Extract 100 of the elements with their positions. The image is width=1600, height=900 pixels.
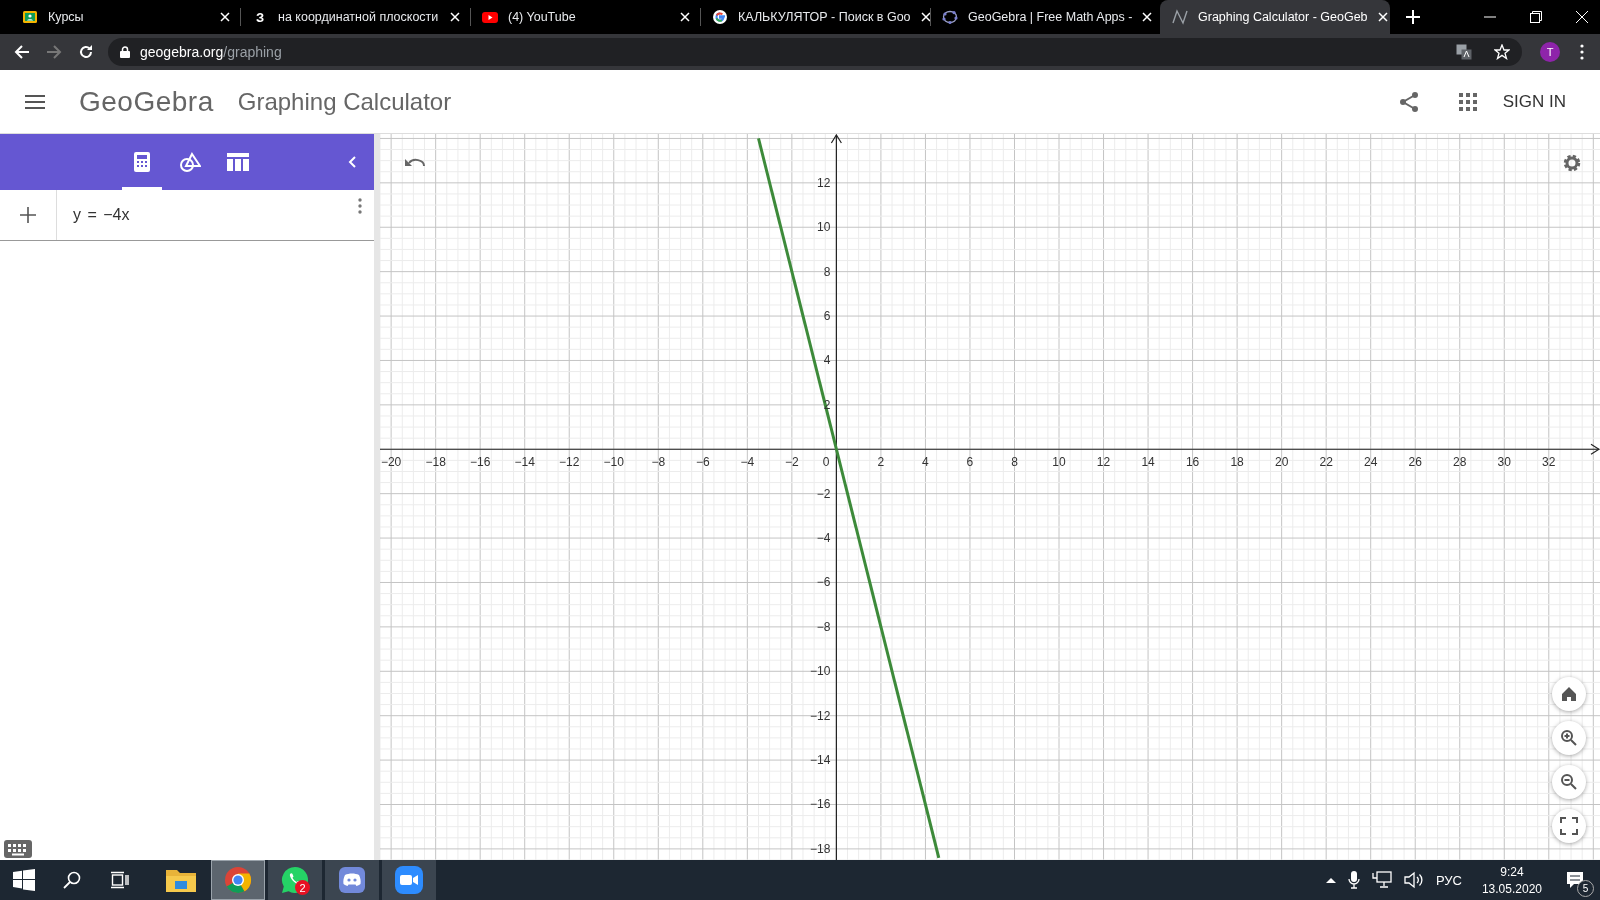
algebra-input[interactable]: y = −4x (57, 190, 358, 240)
star-icon[interactable] (1494, 44, 1510, 60)
caret-up-icon[interactable] (1325, 877, 1336, 883)
video-camera-icon (395, 866, 423, 894)
keyboard-icon[interactable] (4, 840, 32, 858)
tick-label: 0 (822, 455, 830, 470)
tick-label: 28 (1453, 455, 1467, 470)
calculator-icon (134, 152, 150, 172)
tick-label: 8 (823, 264, 831, 279)
tick-label: 10 (1052, 455, 1066, 470)
tick-label: 12 (1096, 455, 1111, 470)
settings-icon[interactable] (1562, 153, 1582, 173)
close-icon[interactable] (450, 12, 460, 22)
zoom-out-icon (1560, 773, 1578, 791)
tick-label: −18 (425, 455, 446, 470)
notification-badge: 2 (295, 880, 310, 895)
clock-date: 13.05.2020 (1481, 881, 1542, 896)
microphone-icon[interactable] (1347, 871, 1360, 889)
tick-label: −2 (785, 455, 799, 470)
chrome-icon (224, 866, 252, 894)
profile-avatar[interactable]: T (1540, 42, 1560, 62)
close-icon[interactable] (680, 12, 690, 22)
windows-logo-icon[interactable] (13, 869, 35, 891)
table-icon (227, 153, 249, 171)
tick-label: −4 (740, 455, 755, 470)
apps-grid-icon[interactable] (1458, 92, 1477, 111)
tick-label: 32 (1542, 455, 1556, 470)
sign-in-button[interactable]: SIGN IN (1498, 85, 1570, 118)
fullscreen-button[interactable] (1552, 809, 1586, 843)
tick-label: 2 (877, 455, 885, 470)
zoom-out-button[interactable] (1552, 765, 1586, 799)
tick-label: −14 (810, 753, 831, 768)
menu-icon[interactable] (25, 94, 45, 109)
new-tab-icon[interactable] (1406, 10, 1420, 24)
close-icon[interactable] (220, 12, 230, 22)
browser-tab[interactable]: КАЛЬКУЛЯТОР - Поиск в Goo (700, 0, 930, 34)
tick-label: −6 (695, 455, 710, 470)
undo-icon[interactable] (405, 157, 425, 169)
notification-center-icon[interactable] (1566, 871, 1584, 889)
url-host: geogebra.org (140, 44, 224, 60)
network-icon[interactable] (1371, 871, 1392, 889)
tick-label: −20 (380, 455, 402, 470)
volume-icon[interactable] (1403, 871, 1424, 889)
tick-label: 4 (922, 455, 929, 470)
browser-tab[interactable]: Graphing Calculator - GeoGeb (1160, 0, 1390, 34)
fullscreen-icon (1560, 817, 1578, 835)
browser-tab[interactable]: Курсы (10, 0, 240, 34)
tick-label: −6 (816, 575, 831, 590)
close-icon[interactable] (1142, 12, 1153, 22)
tick-label: 18 (1230, 455, 1244, 470)
google-icon (712, 9, 728, 25)
tick-label: −8 (816, 619, 831, 634)
back-icon[interactable] (14, 44, 30, 60)
tick-label: −4 (816, 531, 831, 546)
restore-icon[interactable] (1530, 11, 1542, 23)
task-view-icon[interactable] (111, 871, 129, 889)
tab-favicon-letter: З (254, 9, 266, 25)
tick-label: −14 (514, 455, 535, 470)
add-icon[interactable] (20, 207, 36, 223)
close-icon[interactable] (1377, 12, 1388, 22)
input-language[interactable]: РУС (1435, 872, 1462, 888)
tick-label: −18 (810, 841, 831, 856)
tick-label: 8 (1011, 455, 1018, 470)
tick-label: 30 (1497, 455, 1511, 470)
tick-label: 4 (823, 353, 831, 368)
game-controller-icon (338, 866, 366, 894)
share-icon[interactable] (1398, 90, 1419, 113)
tick-label: 6 (823, 309, 831, 324)
home-icon (1560, 685, 1578, 703)
zoom-in-icon (1560, 729, 1578, 747)
more-vert-icon[interactable] (1580, 44, 1584, 60)
forward-icon[interactable] (46, 44, 62, 60)
url-path: /graphing (223, 44, 282, 60)
tick-label: −12 (559, 455, 580, 470)
browser-tab[interactable]: (4) YouTube (470, 0, 700, 34)
tick-label: −8 (651, 455, 666, 470)
home-button[interactable] (1552, 677, 1586, 711)
function-graph-line[interactable] (757, 138, 941, 859)
close-icon[interactable] (920, 12, 931, 22)
browser-tab[interactable]: З на координатной плоскости (240, 0, 470, 34)
classroom-icon (22, 9, 38, 25)
taskbar-app[interactable]: 2 (268, 860, 322, 900)
zoom-in-button[interactable] (1552, 721, 1586, 755)
taskbar-app[interactable] (382, 860, 436, 900)
collapse-chevron-icon[interactable] (348, 156, 356, 168)
tick-label: 16 (1185, 455, 1200, 470)
tick-label: 6 (966, 455, 974, 470)
browser-tab[interactable]: GeoGebra | Free Math Apps - (930, 0, 1160, 34)
close-icon[interactable] (1576, 11, 1588, 23)
tick-label: 24 (1364, 455, 1378, 470)
tick-label: 12 (817, 175, 831, 190)
folder-icon (166, 868, 196, 892)
lock-icon (120, 46, 130, 58)
translate-icon[interactable] (1456, 44, 1472, 60)
reload-icon[interactable] (78, 44, 94, 60)
search-icon[interactable] (63, 871, 81, 889)
address-bar[interactable]: geogebra.org/graphing (108, 38, 1522, 66)
ellipse-points-icon (942, 9, 958, 25)
tick-label: −10 (603, 455, 624, 470)
taskbar-app[interactable] (325, 860, 379, 900)
